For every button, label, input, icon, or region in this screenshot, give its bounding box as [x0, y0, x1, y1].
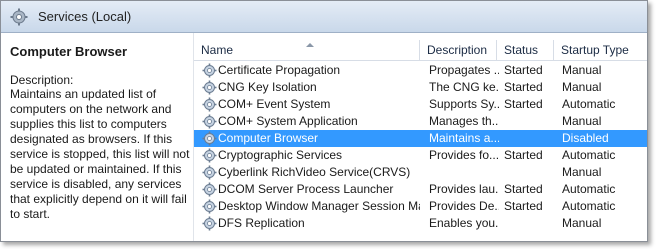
service-gear-icon — [202, 80, 217, 95]
service-description-cell: Provides lau... — [429, 182, 499, 196]
window-titlebar: Services (Local) — [1, 1, 647, 33]
service-name-cell: Cyberlink RichVideo Service(CRVS) — [218, 165, 411, 179]
service-name-cell: COM+ System Application — [218, 114, 358, 128]
service-name-cell: Desktop Window Manager Session Mana... — [218, 199, 420, 213]
column-header-description[interactable]: Description — [420, 40, 497, 60]
service-gear-icon — [202, 63, 217, 78]
service-status-cell — [504, 164, 554, 181]
service-gear-icon — [202, 216, 217, 231]
service-gear-icon — [202, 97, 217, 112]
service-description-cell: The CNG ke... — [429, 80, 499, 94]
service-name-cell: CNG Key Isolation — [218, 80, 317, 94]
service-description-cell: Enables you... — [429, 216, 499, 230]
service-description-text: Maintains an updated list of computers o… — [10, 87, 190, 221]
column-header-status-label: Status — [504, 43, 539, 57]
service-row[interactable]: Cryptographic Services Provides fo... Star… — [194, 147, 647, 164]
service-description-cell: Maintains a... — [429, 131, 499, 145]
service-row[interactable]: Certificate Propagation Propagates ... Sta… — [194, 62, 647, 79]
services-gear-icon — [10, 8, 28, 26]
service-row[interactable]: CNG Key Isolation The CNG ke... Started Man… — [194, 79, 647, 96]
service-startup-type-cell: Automatic — [562, 148, 616, 162]
description-label: Description: — [10, 73, 74, 87]
service-startup-type-cell: Automatic — [562, 97, 616, 111]
header-divider — [194, 60, 647, 61]
service-description-cell: Provides De... — [429, 199, 499, 213]
service-row[interactable]: Computer Browser Maintains a... Disabled — [194, 130, 647, 147]
service-gear-icon — [202, 148, 217, 163]
services-window: Services (Local) Computer Browser Descri… — [0, 0, 648, 242]
service-status-cell: Started — [504, 63, 543, 77]
service-status-cell: Started — [504, 148, 543, 162]
window-title: Services (Local) — [38, 9, 132, 24]
column-header-startup-type[interactable]: Startup Type — [554, 40, 647, 60]
service-name-cell: Computer Browser — [218, 131, 319, 145]
service-status-cell: Started — [504, 182, 543, 196]
service-name-cell: COM+ Event System — [218, 97, 331, 111]
service-startup-type-cell: Automatic — [562, 182, 616, 196]
service-startup-type-cell: Disabled — [562, 131, 609, 145]
service-startup-type-cell: Manual — [562, 80, 602, 94]
service-gear-icon — [202, 199, 217, 214]
service-gear-icon — [202, 165, 217, 180]
column-header-description-label: Description — [427, 43, 488, 57]
service-name-cell: DCOM Server Process Launcher — [218, 182, 394, 196]
sort-ascending-icon — [306, 43, 314, 47]
column-header-name[interactable]: Name — [194, 40, 420, 60]
column-header-status[interactable]: Status — [497, 40, 554, 60]
service-startup-type-cell: Manual — [562, 114, 602, 128]
selected-service-name: Computer Browser — [10, 44, 128, 59]
service-description-cell: Manages th... — [429, 114, 499, 128]
service-row[interactable]: COM+ System Application Manages th... Manu… — [194, 113, 647, 130]
service-startup-type-cell: Manual — [562, 63, 602, 77]
service-gear-icon — [202, 182, 217, 197]
service-status-cell: Started — [504, 80, 543, 94]
service-row[interactable]: Desktop Window Manager Session Mana... Pr… — [194, 198, 647, 215]
service-startup-type-cell: Automatic — [562, 199, 616, 213]
service-status-cell — [504, 215, 554, 232]
service-description-cell — [429, 164, 499, 181]
service-gear-icon — [202, 114, 217, 129]
service-row[interactable]: Cyberlink RichVideo Service(CRVS) Manual — [194, 164, 647, 181]
service-name-cell: Cryptographic Services — [218, 148, 343, 162]
service-status-cell — [504, 130, 554, 147]
service-startup-type-cell: Manual — [562, 165, 602, 179]
service-row[interactable]: DCOM Server Process Launcher Provides lau… — [194, 181, 647, 198]
service-status-cell: Started — [504, 199, 543, 213]
service-name-cell: DFS Replication — [218, 216, 305, 230]
service-row[interactable]: DFS Replication Enables you... Manual — [194, 215, 647, 232]
service-description-cell: Supports Sy... — [429, 97, 499, 111]
service-details-pane: Computer Browser Description: Maintains … — [1, 33, 194, 241]
column-header-startup-type-label: Startup Type — [561, 43, 629, 57]
service-description-cell: Propagates ... — [429, 63, 499, 77]
service-gear-icon — [202, 131, 217, 146]
services-list[interactable]: Name Description Status Startup Type Cer… — [194, 33, 647, 241]
service-status-cell: Started — [504, 97, 543, 111]
service-status-cell — [504, 113, 554, 130]
service-description-cell: Provides fo... — [429, 148, 499, 162]
service-name-cell: Certificate Propagation — [218, 63, 341, 77]
service-startup-type-cell: Manual — [562, 216, 602, 230]
column-header-name-label: Name — [201, 43, 234, 57]
service-row[interactable]: COM+ Event System Supports Sy... Started Au… — [194, 96, 647, 113]
